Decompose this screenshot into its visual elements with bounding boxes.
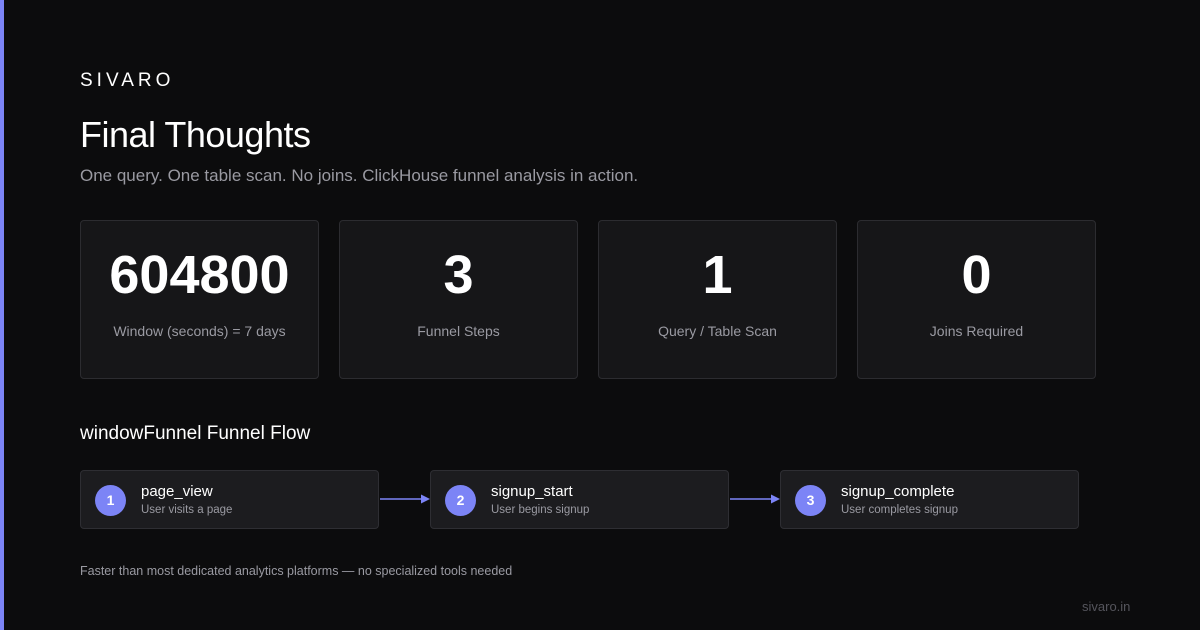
page-subtitle: One query. One table scan. No joins. Cli…: [80, 166, 639, 185]
stat-label: Query / Table Scan: [658, 323, 777, 339]
stat-value: 1: [702, 245, 733, 305]
step-number-badge: 3: [795, 485, 826, 516]
step-event-name: page_view: [141, 483, 213, 500]
stat-value: 0: [961, 245, 992, 305]
stat-label: Window (seconds) = 7 days: [113, 323, 286, 339]
stat-card-funnel-steps: 3 Funnel Steps: [339, 220, 578, 379]
funnel-section-title: windowFunnel Funnel Flow: [80, 423, 311, 444]
funnel-step-signup-complete: 3 signup_complete User completes signup: [780, 470, 1079, 529]
footnote: Faster than most dedicated analytics pla…: [80, 564, 513, 578]
site-url: sivaro.in: [1082, 599, 1131, 614]
accent-bar: [0, 0, 4, 630]
step-number-badge: 1: [95, 485, 126, 516]
stat-card-joins: 0 Joins Required: [857, 220, 1096, 379]
page-title: Final Thoughts: [80, 114, 311, 155]
step-event-name: signup_complete: [841, 483, 955, 500]
stat-card-query-scan: 1 Query / Table Scan: [598, 220, 837, 379]
stat-card-window: 604800 Window (seconds) = 7 days: [80, 220, 319, 379]
arrow-right-icon: [380, 494, 430, 504]
stats-row: 604800 Window (seconds) = 7 days 3 Funne…: [80, 220, 1096, 379]
funnel-step-signup-start: 2 signup_start User begins signup: [430, 470, 729, 529]
step-event-name: signup_start: [491, 483, 573, 500]
step-description: User visits a page: [141, 504, 233, 516]
funnel-step-page-view: 1 page_view User visits a page: [80, 470, 379, 529]
brand-logo-text: SIVARO: [80, 70, 175, 91]
arrow-right-icon: [730, 494, 780, 504]
stat-value: 604800: [109, 245, 290, 305]
step-number-badge: 2: [445, 485, 476, 516]
stat-label: Joins Required: [929, 323, 1024, 339]
step-description: User begins signup: [491, 504, 590, 516]
step-description: User completes signup: [841, 504, 958, 516]
stat-value: 3: [443, 245, 474, 305]
stat-label: Funnel Steps: [417, 323, 500, 339]
